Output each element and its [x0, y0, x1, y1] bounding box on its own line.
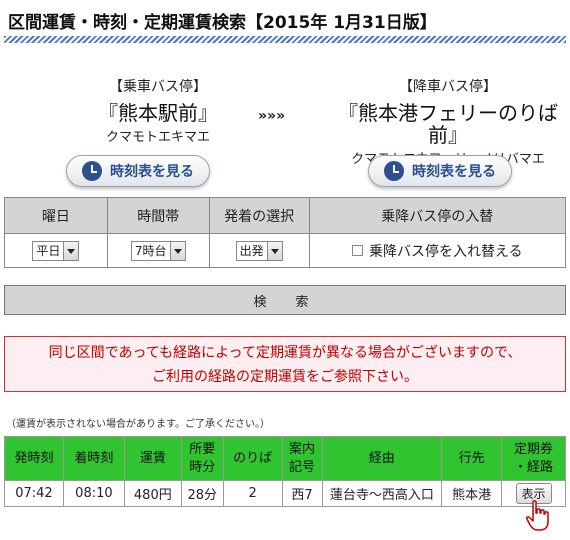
boarding-timetable-label: 時刻表を見る — [110, 164, 194, 180]
page-title: 区間運賃・時刻・定期運賃検索【2015年 1月31日版】 — [8, 13, 437, 33]
boarding-stop-label: 【乗車バス停】 — [109, 79, 207, 95]
direction-select[interactable]: 出発 — [235, 240, 283, 261]
time-slot-value: 7時台 — [134, 244, 167, 258]
boarding-stop-kana: クマモトエキマエ — [105, 130, 210, 145]
row-via: 蓮台寺～西高入口 — [321, 480, 443, 507]
col-via: 経由 — [321, 436, 443, 481]
alighting-stop-label: 【降車バス停】 — [399, 79, 497, 95]
swap-stops-checkbox[interactable]: 乗降バス停を入れ替える — [351, 241, 523, 261]
clock-icon — [82, 161, 102, 181]
header-swap: 乗降バス停の入替 — [308, 197, 566, 234]
notice-line-2: ご利用の経路の定期運賃をご参照下さい。 — [152, 369, 418, 385]
alighting-stop: 【降車バス停】 『熊本港フェリーのりば前』 クマモトコウフェリーノリバマエ — [330, 76, 566, 167]
row-depart: 07:42 — [4, 480, 64, 507]
direction-arrows: »»» — [258, 108, 286, 124]
col-pass: 定期券 ・経路 — [501, 436, 566, 481]
header-direction: 発着の選択 — [208, 197, 310, 234]
col-dest: 行先 — [441, 436, 503, 481]
results-table: 発時刻 着時刻 運賃 所要 時分 のりば 案内 記号 経由 行先 定期券 ・経路… — [4, 436, 566, 507]
col-duration-line-1: 所要 — [189, 441, 216, 457]
row-arrive: 08:10 — [62, 480, 125, 507]
col-guide-line-1: 案内 — [289, 441, 316, 457]
notice-line-1: 同じ区間であっても経路によって定期運賃が異なる場合がございますので、 — [48, 345, 522, 361]
col-platform: のりば — [222, 436, 283, 481]
col-duration-line-2: 時分 — [189, 459, 216, 475]
row-fare: 480円 — [123, 480, 182, 507]
col-guide: 案内 記号 — [281, 436, 323, 481]
weekday-cell: 平日 — [4, 233, 108, 268]
boarding-stop-name: 『熊本駅前』 — [98, 101, 218, 125]
hand-pointer-icon — [526, 500, 549, 531]
time-slot-cell: 7時台 — [106, 233, 210, 268]
fare-disclaimer: （運賃が表示されない場合があります。ご了承ください。） — [6, 419, 270, 430]
col-depart: 発時刻 — [4, 436, 64, 481]
checkbox-icon[interactable] — [351, 245, 363, 256]
weekday-select[interactable]: 平日 — [32, 240, 80, 261]
title-divider — [4, 36, 566, 43]
swap-stops-label: 乗降バス停を入れ替える — [368, 243, 523, 260]
boarding-timetable-button[interactable]: 時刻表を見る — [66, 155, 210, 187]
clock-icon — [384, 161, 404, 181]
col-pass-line-1: 定期券 — [514, 441, 554, 457]
alighting-stop-name: 『熊本港フェリーのりば前』 — [338, 101, 558, 147]
chevron-down-icon[interactable] — [169, 241, 185, 260]
col-guide-line-2: 記号 — [289, 459, 316, 475]
header-weekday: 曜日 — [4, 197, 108, 234]
col-fare: 運賃 — [123, 436, 182, 481]
col-arrive: 着時刻 — [62, 436, 125, 481]
search-button[interactable]: 検 索 — [4, 285, 566, 315]
table-row: 07:42 08:10 480円 28分 2 西7 蓮台寺～西高入口 熊本港 表… — [4, 480, 566, 507]
col-pass-line-2: ・経路 — [514, 459, 554, 475]
chevron-down-icon[interactable] — [266, 241, 282, 260]
fare-notice: 同じ区間であっても経路によって定期運賃が異なる場合がございますので、 ご利用の経… — [4, 336, 566, 392]
chevron-down-icon[interactable] — [63, 241, 79, 260]
row-duration: 28分 — [180, 480, 224, 507]
weekday-value: 平日 — [36, 244, 61, 258]
swap-cell: 乗降バス停を入れ替える — [308, 233, 566, 268]
direction-value: 出発 — [239, 244, 264, 258]
row-platform: 2 — [222, 480, 283, 507]
search-options-table: 曜日 時間帯 発着の選択 乗降バス停の入替 平日 7時台 出発 乗降バス停を入れ… — [4, 197, 566, 268]
direction-cell: 出発 — [208, 233, 310, 268]
row-guide: 西7 — [281, 480, 323, 507]
alighting-timetable-label: 時刻表を見る — [412, 164, 496, 180]
time-slot-select[interactable]: 7時台 — [130, 240, 186, 261]
boarding-stop: 【乗車バス停】 『熊本駅前』 クマモトエキマエ — [48, 76, 268, 145]
row-dest: 熊本港 — [441, 480, 503, 507]
col-duration: 所要 時分 — [180, 436, 224, 481]
alighting-timetable-button[interactable]: 時刻表を見る — [368, 155, 512, 187]
header-time-slot: 時間帯 — [106, 197, 210, 234]
